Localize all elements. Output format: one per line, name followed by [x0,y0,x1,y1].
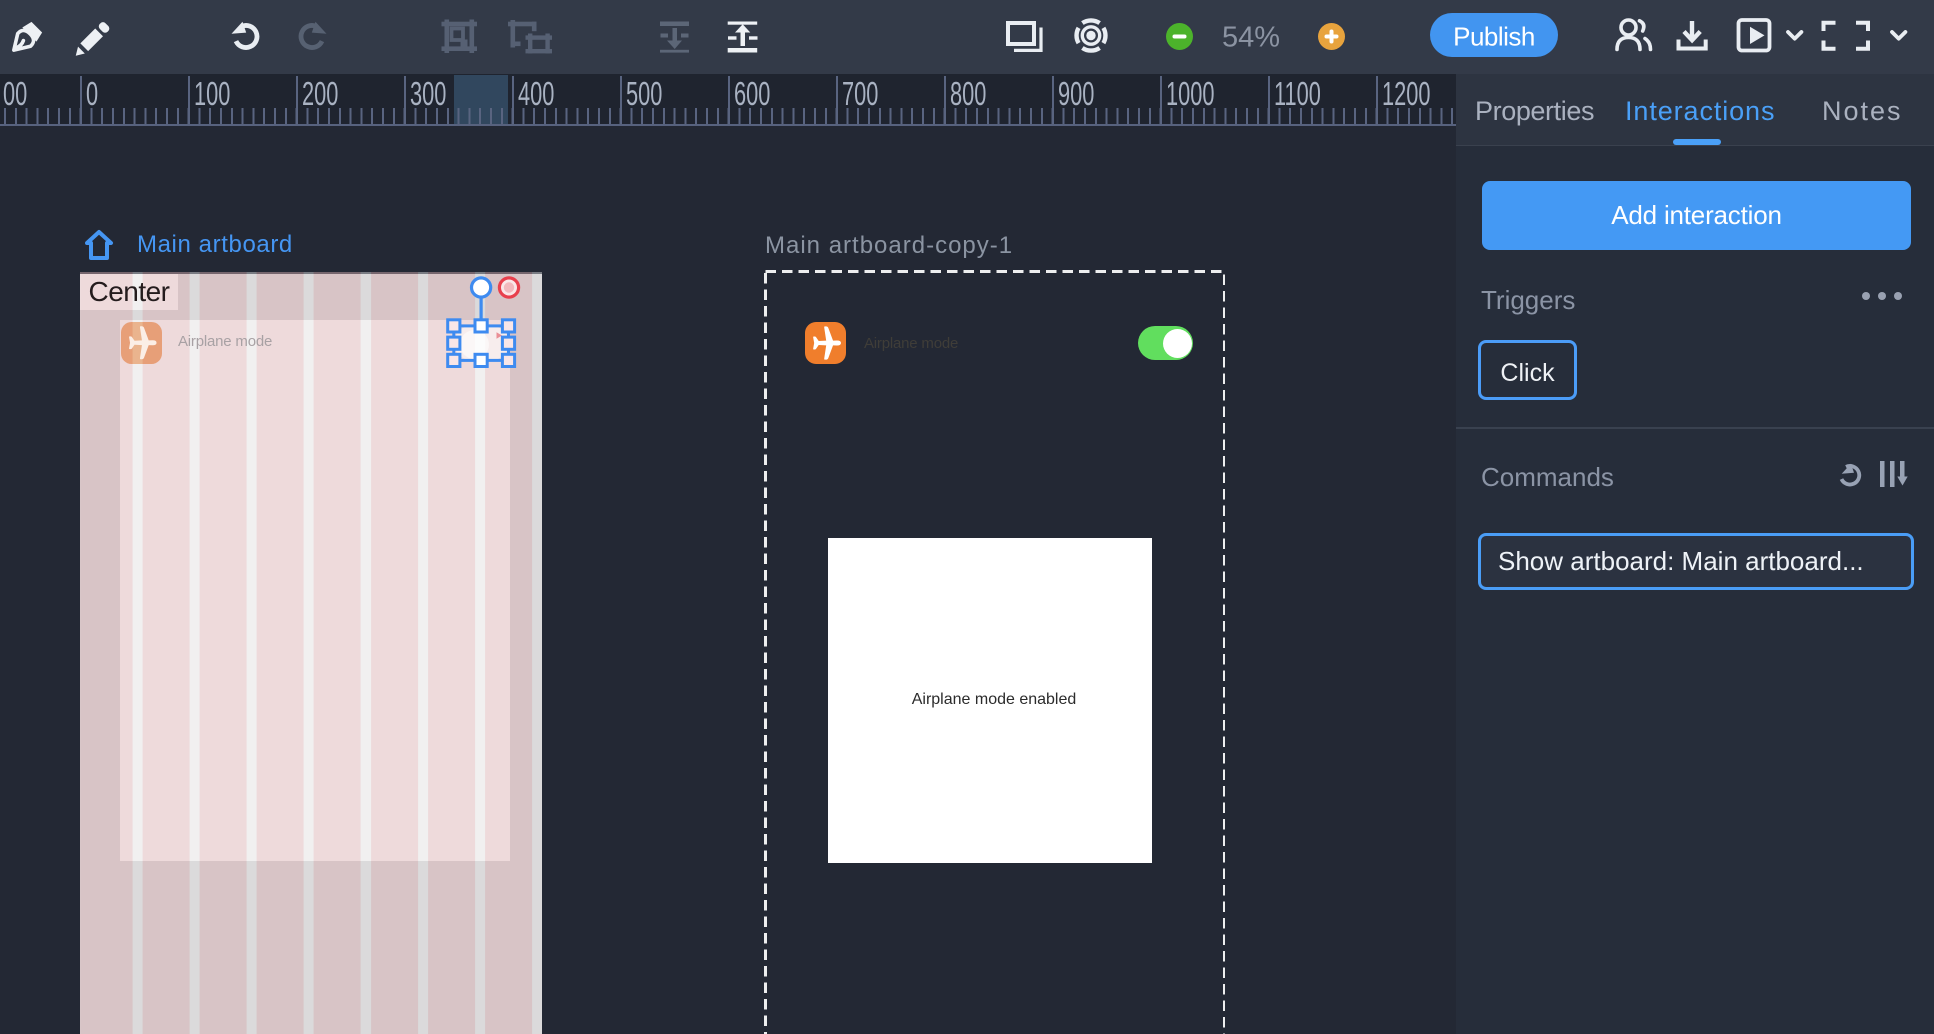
svg-text:54%: 54% [1222,22,1280,54]
svg-text:Publish: Publish [1453,22,1535,52]
